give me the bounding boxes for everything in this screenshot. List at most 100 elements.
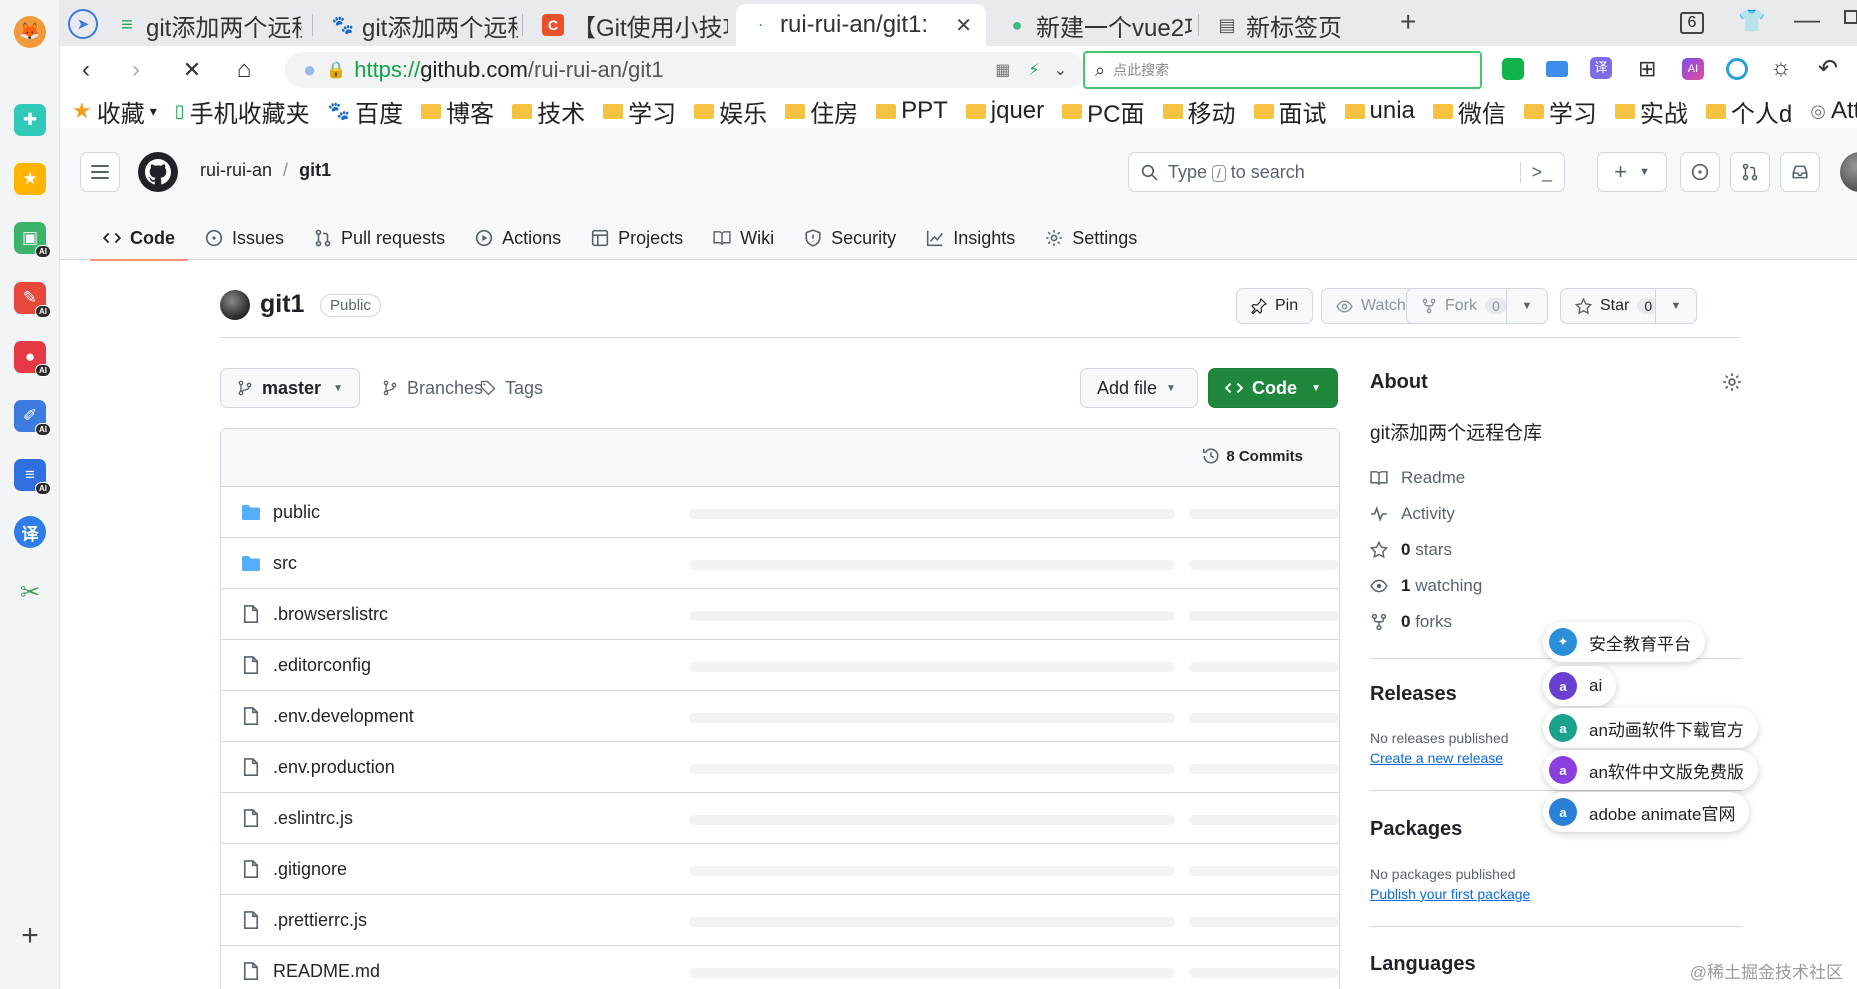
file-name[interactable]: .eslintrc.js: [273, 808, 353, 829]
file-name[interactable]: .editorconfig: [273, 655, 371, 676]
packages-heading[interactable]: Packages: [1370, 818, 1462, 841]
bookmark-mobile[interactable]: ▯ 手机收藏夹: [175, 94, 310, 128]
fork-button[interactable]: Fork 0: [1406, 288, 1522, 324]
forks-link[interactable]: 0 forks: [1370, 612, 1452, 632]
tab-security[interactable]: Security: [789, 216, 911, 260]
file-row[interactable]: .browserslistrc: [221, 589, 1339, 640]
file-name[interactable]: .browserslistrc: [273, 604, 388, 625]
bookmark-folder[interactable]: PPT: [876, 97, 948, 125]
url-field[interactable]: ● 🔒 https://github.com/rui-rui-an/git1 ▦…: [285, 52, 1085, 88]
tab-issues[interactable]: Issues: [190, 216, 299, 260]
suggestion-item[interactable]: a adobe animate官网: [1543, 792, 1750, 832]
commits-link[interactable]: 8 Commits: [1202, 447, 1303, 465]
bookmark-folder[interactable]: 实战: [1614, 94, 1688, 128]
stars-link[interactable]: 0 stars: [1370, 540, 1452, 560]
edit-about-gear-icon[interactable]: [1722, 372, 1742, 392]
home-icon[interactable]: ⌂: [230, 56, 258, 84]
file-row[interactable]: .env.development: [221, 691, 1339, 742]
releases-heading[interactable]: Releases: [1370, 683, 1457, 706]
tab-wiki[interactable]: Wiki: [698, 216, 789, 260]
file-name[interactable]: README.md: [273, 961, 380, 982]
menu-button[interactable]: [80, 152, 120, 192]
video-ai-icon[interactable]: ● AI: [14, 341, 51, 377]
tab-4-active[interactable]: · rui-rui-an/git1: ✕: [736, 4, 986, 46]
star-dropdown-button[interactable]: ▼: [1655, 288, 1697, 324]
github-logo-icon[interactable]: [138, 152, 178, 192]
restore-icon[interactable]: [1844, 10, 1857, 24]
bookmark-folder[interactable]: 学习: [1523, 94, 1597, 128]
fork-dropdown-button[interactable]: ▼: [1506, 288, 1548, 324]
bookmark-folder[interactable]: 学习: [603, 94, 676, 128]
tab-insights[interactable]: Insights: [911, 216, 1030, 260]
browser-search-field[interactable]: ⌕ 点此搜索: [1083, 51, 1482, 89]
undo-icon[interactable]: ↶: [1818, 54, 1838, 83]
pin-button[interactable]: Pin: [1236, 288, 1314, 324]
create-new-button[interactable]: + ▼: [1597, 152, 1667, 192]
fox-avatar-icon[interactable]: 🦊: [14, 16, 46, 48]
lightning-icon[interactable]: ⚡: [1028, 60, 1039, 80]
repo-name[interactable]: git1: [260, 290, 304, 319]
image-ai-icon[interactable]: ▣ AI: [14, 222, 51, 258]
tab-5[interactable]: ● 新建一个vue2项: [992, 4, 1192, 46]
tab-count-badge[interactable]: 6: [1680, 12, 1704, 34]
back-icon[interactable]: ‹: [72, 56, 100, 84]
bookmark-folder[interactable]: unia: [1344, 97, 1415, 125]
inbox-button[interactable]: [1780, 152, 1820, 192]
navigator-icon[interactable]: ➤: [68, 9, 98, 39]
file-row[interactable]: .editorconfig: [221, 640, 1339, 691]
tab-2[interactable]: 🐾 git添加两个远程: [318, 4, 518, 46]
suggestion-item[interactable]: a an动画软件下载官方: [1543, 708, 1758, 748]
bookmark-folder[interactable]: 个人d: [1705, 94, 1792, 128]
bookmark-folder[interactable]: 微信: [1432, 94, 1506, 128]
repo-link[interactable]: git1: [299, 160, 331, 180]
file-row[interactable]: src: [221, 538, 1339, 589]
suggestion-item[interactable]: ✦ 安全教育平台: [1543, 622, 1705, 662]
url-dropdown-icon[interactable]: ⌄: [1054, 60, 1067, 80]
doc-ai-icon[interactable]: ≡ AI: [14, 459, 51, 495]
translate-icon[interactable]: 译: [14, 516, 46, 548]
bookmark-folder[interactable]: 娱乐: [694, 94, 767, 128]
file-row[interactable]: .gitignore: [221, 844, 1339, 895]
github-search-input[interactable]: Type / to search >_: [1128, 152, 1565, 192]
bookmark-folder[interactable]: 移动: [1162, 94, 1236, 128]
tab-settings[interactable]: Settings: [1030, 216, 1152, 260]
activity-link[interactable]: Activity: [1370, 504, 1455, 524]
close-tab-icon[interactable]: ✕: [955, 13, 972, 38]
shirt-icon[interactable]: 👕: [1738, 8, 1765, 34]
mail-icon[interactable]: [1546, 61, 1568, 77]
owner-link[interactable]: rui-rui-an: [200, 160, 272, 180]
bookmark-folder[interactable]: 住房: [785, 94, 858, 128]
owner-avatar[interactable]: [220, 290, 250, 320]
bookmark-favorites[interactable]: ★ 收藏 ▾: [72, 94, 157, 128]
bookmark-folder[interactable]: jquer: [965, 97, 1044, 125]
watching-link[interactable]: 1 watching: [1370, 576, 1482, 596]
add-file-button[interactable]: Add file ▼: [1080, 368, 1198, 408]
suggestion-item[interactable]: a an软件中文版免费版: [1543, 750, 1758, 790]
file-name[interactable]: .env.development: [273, 706, 414, 727]
new-tab-icon[interactable]: +: [1400, 6, 1416, 38]
file-row[interactable]: .eslintrc.js: [221, 793, 1339, 844]
tab-3[interactable]: C 【Git使用小技巧: [528, 4, 728, 46]
file-name[interactable]: public: [273, 502, 320, 523]
tab-6[interactable]: ▤ 新标签页: [1202, 4, 1382, 46]
create-release-link[interactable]: Create a new release: [1370, 750, 1503, 766]
qr-icon[interactable]: ▦: [995, 60, 1010, 80]
code-button[interactable]: Code ▼: [1208, 368, 1338, 408]
ai-ext-icon[interactable]: AI: [1682, 58, 1704, 80]
tab-projects[interactable]: Projects: [576, 216, 698, 260]
file-row[interactable]: public: [221, 487, 1339, 538]
pull-requests-button[interactable]: [1730, 152, 1770, 192]
bookmark-folder[interactable]: PC面: [1062, 94, 1145, 128]
star-app-icon[interactable]: ★: [14, 163, 46, 195]
add-app-icon[interactable]: +: [14, 919, 46, 952]
forward-icon[interactable]: ›: [122, 56, 150, 84]
tab-code[interactable]: Code: [88, 216, 190, 261]
brightness-icon[interactable]: ☼: [1770, 54, 1792, 82]
tags-link[interactable]: Tags: [480, 368, 543, 408]
bookmark-globe[interactable]: ◎Atten: [1810, 97, 1857, 125]
plus-app-icon[interactable]: ✚: [14, 104, 46, 136]
tab-actions[interactable]: Actions: [460, 216, 576, 260]
edge-ext-icon[interactable]: [1726, 58, 1748, 80]
publish-package-link[interactable]: Publish your first package: [1370, 886, 1530, 902]
file-row[interactable]: README.md: [221, 946, 1339, 989]
